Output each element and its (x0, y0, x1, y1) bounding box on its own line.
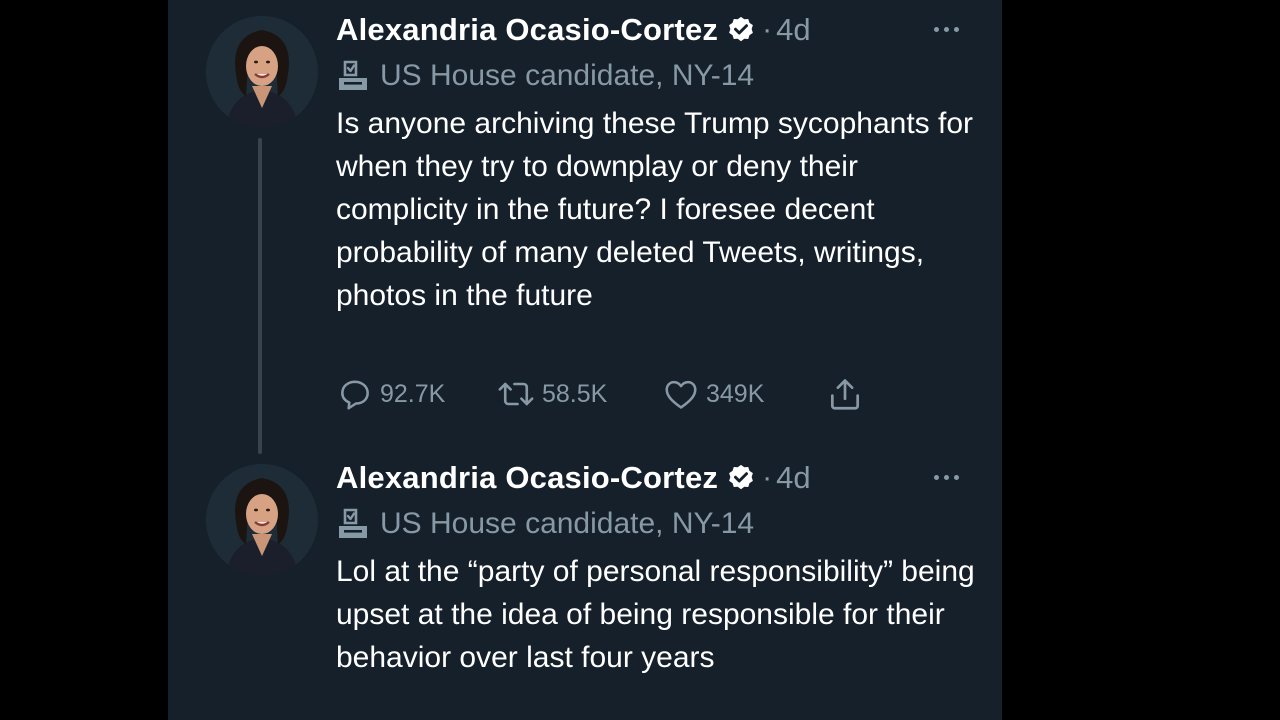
thread-connector (258, 138, 262, 454)
screen: Alexandria Ocasio-Cortez · 4d US House c… (0, 0, 1280, 720)
like-count: 349K (706, 379, 765, 408)
avatar[interactable] (206, 16, 318, 128)
verified-badge-icon (726, 15, 756, 45)
reply-icon (336, 375, 374, 413)
ballot-box-icon (336, 507, 370, 541)
timestamp[interactable]: 4d (776, 460, 810, 496)
tweet[interactable]: Alexandria Ocasio-Cortez · 4d US House c… (168, 0, 1002, 454)
like-button[interactable]: 349K (662, 375, 826, 413)
retweet-icon (496, 375, 536, 413)
author-name[interactable]: Alexandria Ocasio-Cortez (336, 12, 718, 48)
avatar[interactable] (206, 464, 318, 576)
account-label: US House candidate, NY-14 (336, 504, 754, 544)
share-icon (826, 375, 864, 413)
timestamp[interactable]: 4d (776, 12, 810, 48)
tweet[interactable]: Alexandria Ocasio-Cortez · 4d US House c… (168, 448, 1002, 720)
tweet-header: Alexandria Ocasio-Cortez · 4d (336, 458, 811, 498)
timeline-panel: Alexandria Ocasio-Cortez · 4d US House c… (168, 0, 1002, 720)
label-text: US House candidate, NY-14 (380, 507, 755, 540)
label-text: US House candidate, NY-14 (380, 59, 755, 92)
tweet-text: Lol at the “party of personal responsibi… (336, 555, 975, 674)
retweet-button[interactable]: 58.5K (496, 375, 662, 413)
time-separator: · (762, 461, 773, 494)
reply-count: 92.7K (380, 379, 446, 408)
share-button[interactable] (826, 375, 864, 413)
more-horizontal-icon[interactable] (928, 462, 964, 492)
more-horizontal-icon[interactable] (928, 14, 964, 44)
ballot-box-icon (336, 59, 370, 93)
author-name[interactable]: Alexandria Ocasio-Cortez (336, 460, 718, 496)
verified-badge-icon (726, 463, 756, 493)
tweet-header: Alexandria Ocasio-Cortez · 4d (336, 10, 811, 50)
heart-icon (662, 375, 700, 413)
reply-button[interactable]: 92.7K (336, 375, 496, 413)
tweet-text: Is anyone archiving these Trump sycophan… (336, 107, 974, 312)
time-separator: · (762, 13, 773, 46)
account-label: US House candidate, NY-14 (336, 56, 754, 96)
tweet-actions: 92.7K 58.5K 349K (336, 370, 864, 418)
retweet-count: 58.5K (542, 379, 608, 408)
